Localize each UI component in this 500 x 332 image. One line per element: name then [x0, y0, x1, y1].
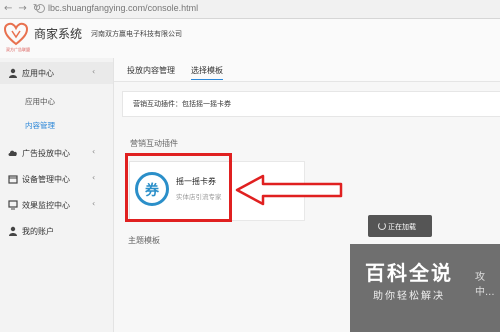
address-bar[interactable]: lbc.shuangfangying.com/console.html: [48, 3, 198, 13]
app-header: 双方广告联盟 商家系统 河南双方赢电子科技有限公司: [0, 19, 500, 59]
loading-indicator: 正在加载: [368, 215, 432, 237]
arrow-icon: [235, 174, 343, 206]
chevron-left-icon: ‹: [92, 199, 96, 208]
sidebar-item-my-account[interactable]: 我的账户: [0, 220, 113, 242]
plugin-info-text: 营销互动插件：包括摇一摇卡券: [133, 100, 231, 108]
company-name: 河南双方赢电子科技有限公司: [91, 31, 182, 38]
browser-toolbar: ←→↻ lbc.shuangfangying.com/console.html: [0, 0, 500, 19]
loading-text: 正在加载: [388, 223, 416, 231]
sidebar-item-monitor-center[interactable]: 效果监控中心 ‹: [0, 194, 113, 216]
spinner-icon: [378, 222, 386, 230]
monitor-icon: [8, 200, 18, 210]
watermark-title: 百科全说: [365, 261, 453, 285]
chevron-left-icon: ‹: [92, 67, 96, 76]
sidebar-item-label: 应用中心: [22, 69, 54, 78]
sidebar-item-label: 效果监控中心: [22, 201, 70, 210]
cloud-icon: [8, 148, 18, 158]
overlay-text: 攻中...: [475, 272, 495, 298]
highlight-box: [125, 153, 232, 222]
sidebar-item-label: 广告投放中心: [22, 149, 70, 158]
sidebar-item-device-center[interactable]: 设备管理中心 ‹: [0, 168, 113, 190]
chevron-left-icon: ‹: [92, 173, 96, 182]
tab-content-management[interactable]: 投放内容管理: [127, 65, 175, 76]
chevron-left-icon: ‹: [92, 147, 96, 156]
sidebar-item-app-center[interactable]: 应用中心 ‹: [0, 62, 113, 84]
plugin-info-bar: 营销互动插件：包括摇一摇卡券: [122, 91, 500, 117]
tab-select-template[interactable]: 选择模板: [191, 65, 223, 80]
sidebar-subitem-label: 应用中心: [25, 97, 55, 106]
system-title: 商家系统: [34, 27, 83, 41]
tab-bar: 投放内容管理 选择模板: [114, 58, 500, 82]
sidebar-item-label: 我的账户: [22, 227, 54, 236]
sidebar-item-label: 设备管理中心: [22, 175, 70, 184]
section-title-plugins: 营销互动插件: [130, 139, 178, 148]
sidebar-subitem-app-center[interactable]: 应用中心: [0, 91, 113, 111]
watermark-subtitle: 助你轻松解决: [373, 291, 445, 302]
info-icon: [36, 4, 45, 13]
sidebar-subitem-content-management[interactable]: 内容管理: [0, 115, 113, 135]
calendar-icon: [8, 174, 18, 184]
user-icon: [8, 68, 18, 78]
sidebar: 应用中心 ‹ 应用中心 内容管理 广告投放中心 ‹ 设备管理中心 ‹ 效果监控中…: [0, 58, 114, 332]
tab-divider: [114, 81, 500, 82]
sidebar-item-ad-center[interactable]: 广告投放中心 ‹: [0, 142, 113, 164]
section-title-theme: 主题模板: [128, 236, 160, 245]
person-icon: [8, 226, 18, 236]
sidebar-subitem-label: 内容管理: [25, 121, 55, 130]
logo-caption: 双方广告联盟: [6, 47, 30, 52]
